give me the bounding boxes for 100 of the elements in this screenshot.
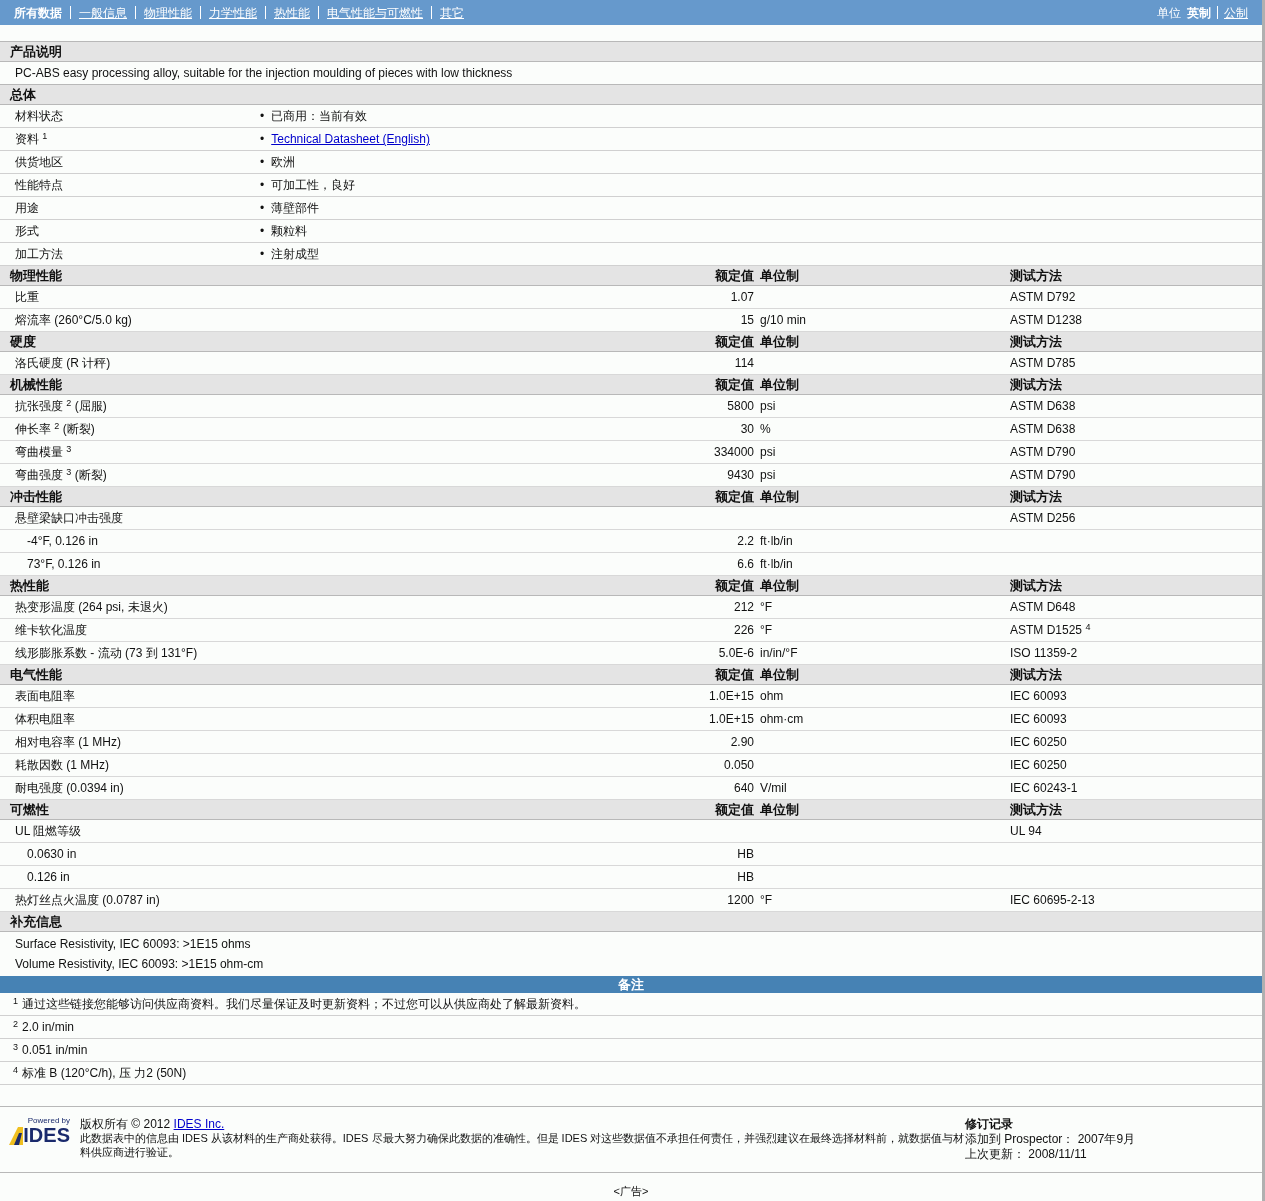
copyright-text: 版权所有 © 2012	[80, 1117, 172, 1131]
property-value: 6.6	[737, 556, 754, 573]
property-label: 相对电容率 (1 MHz)	[14, 734, 121, 751]
property-value: 欧洲	[271, 154, 296, 171]
unit-option[interactable]: 公制	[1224, 3, 1248, 22]
test-method: ASTM D648	[1009, 599, 1076, 616]
company-link[interactable]: IDES Inc.	[173, 1117, 225, 1131]
column-header: 单位制	[759, 577, 799, 595]
property-label: 0.126 in	[26, 869, 70, 886]
property-value: 2.90	[730, 734, 754, 751]
unit-text: psi	[759, 398, 776, 415]
section-title: 可燃性	[9, 801, 49, 819]
property-value: 114	[734, 355, 754, 372]
revision-text: 上次更新： 2008/11/11	[965, 1147, 1088, 1162]
revision-title: 修订记录	[965, 1117, 1014, 1132]
nav-tab[interactable]: 物理性能	[144, 3, 192, 22]
property-label: 洛氏硬度 (R 计秤)	[14, 355, 111, 372]
property-label: 加工方法	[14, 246, 63, 263]
test-method: IEC 60093	[1009, 688, 1067, 705]
test-method: ASTM D790	[1009, 467, 1076, 484]
property-label: 表面电阻率	[14, 688, 75, 705]
supplementary-text: Surface Resistivity, IEC 60093: >1E15 ohms	[15, 936, 251, 953]
nav-tab[interactable]: 所有数据	[14, 3, 62, 22]
unit-text: °F	[759, 622, 773, 639]
property-value: 薄壁部件	[271, 200, 320, 217]
nav-tab[interactable]: 一般信息	[79, 3, 127, 22]
unit-option[interactable]: 英制	[1187, 3, 1211, 22]
section-title: 补充信息	[9, 913, 62, 931]
bullet-text: •	[260, 108, 265, 125]
column-header: 额定值	[715, 267, 754, 285]
unit-text: in/in/°F	[759, 645, 798, 662]
column-header: 单位制	[759, 267, 799, 285]
revision-text: 添加到 Prospector： 2007年9月	[965, 1132, 1136, 1147]
footnote-text: $^{4}$ 标准 B (120°C/h), 压 力2 (50N)	[13, 1064, 187, 1082]
footnote-text: $^{1}$ 通过这些链接您能够访问供应商资料。我们尽量保证及时更新资料；不过您可以从供应商处了解最新资料。	[13, 995, 586, 1013]
property-label: 悬壁梁缺口冲击强度	[14, 510, 123, 527]
column-header: 单位制	[759, 488, 799, 506]
column-header: 测试方法	[1009, 376, 1062, 394]
nav-tab[interactable]: 其它	[440, 3, 464, 22]
property-value: 2.2	[737, 533, 754, 550]
property-value: HB	[737, 846, 754, 863]
nav-tab[interactable]: 热性能	[274, 3, 310, 22]
property-label: 体积电阻率	[14, 711, 75, 728]
unit-text: °F	[759, 892, 773, 909]
property-value: 640	[733, 780, 754, 797]
property-value: 注射成型	[271, 246, 320, 263]
property-label: 比重	[14, 289, 39, 306]
property-label: 弯曲强度 $^{3}$ (断裂)	[14, 466, 107, 484]
column-header: 额定值	[715, 801, 754, 819]
property-label: 供货地区	[14, 154, 63, 171]
property-value: 15	[740, 312, 754, 329]
section-title: 冲击性能	[9, 488, 62, 506]
property-value: 0.050	[723, 757, 754, 774]
column-header: 额定值	[715, 577, 754, 595]
unit-text: g/10 min	[759, 312, 807, 329]
column-header: 单位制	[759, 801, 799, 819]
column-header: 测试方法	[1009, 801, 1062, 819]
property-value: 9430	[727, 467, 754, 484]
bullet-text: •	[260, 131, 265, 148]
column-header: 单位制	[759, 333, 799, 351]
test-method: ASTM D638	[1009, 421, 1076, 438]
unit-text: V/mil	[759, 780, 787, 797]
property-label: -4°F, 0.126 in	[26, 533, 98, 550]
column-header: 测试方法	[1009, 333, 1062, 351]
column-header: 测试方法	[1009, 666, 1062, 684]
property-label: 维卡软化温度	[14, 622, 87, 639]
property-label: 热灯丝点火温度 (0.0787 in)	[14, 892, 160, 909]
property-value: 1.07	[730, 289, 754, 306]
test-method: ASTM D638	[1009, 398, 1076, 415]
test-method: IEC 60250	[1009, 734, 1067, 751]
unit-text: ohm·cm	[759, 711, 804, 728]
test-method: IEC 60243-1	[1009, 780, 1078, 797]
ides-logo: Powered by IDES	[8, 1117, 70, 1145]
unit-text: psi	[759, 467, 776, 484]
nav-tab[interactable]: 力学性能	[209, 3, 257, 22]
property-value: 5.0E-6	[718, 645, 754, 662]
property-value: 334000	[713, 444, 754, 461]
test-method: IEC 60695-2-13	[1009, 892, 1095, 909]
property-label: 抗张强度 $^{2}$ (屈服)	[14, 397, 107, 415]
footnote-text: $^{2}$ 2.0 in/min	[13, 1018, 75, 1036]
bullet-text: •	[260, 246, 265, 263]
nav-tab[interactable]: 电气性能与可燃性	[327, 3, 423, 22]
test-method: ASTM D790	[1009, 444, 1076, 461]
bullet-text: •	[260, 223, 265, 240]
section-title: 电气性能	[9, 666, 62, 684]
property-label: 热变形温度 (264 psi, 未退火)	[14, 599, 168, 616]
column-header: 测试方法	[1009, 577, 1062, 595]
property-value: 212	[733, 599, 754, 616]
property-label: 线形膨胀系数 - 流动 (73 到 131°F)	[14, 645, 198, 662]
property-value: 5800	[727, 398, 754, 415]
datasheet-link[interactable]: Technical Datasheet (English)	[271, 130, 430, 148]
property-value: 1.0E+15	[708, 688, 754, 705]
test-method: ASTM D1238	[1009, 312, 1083, 329]
column-header: 额定值	[715, 666, 754, 684]
test-method: ASTM D785	[1009, 355, 1076, 372]
bullet-text: •	[260, 177, 265, 194]
property-label: 耗散因数 (1 MHz)	[14, 757, 109, 774]
property-label: 弯曲模量 $^{3}$	[14, 443, 72, 461]
property-value: 颗粒料	[271, 223, 308, 240]
property-value: 226	[733, 622, 754, 639]
